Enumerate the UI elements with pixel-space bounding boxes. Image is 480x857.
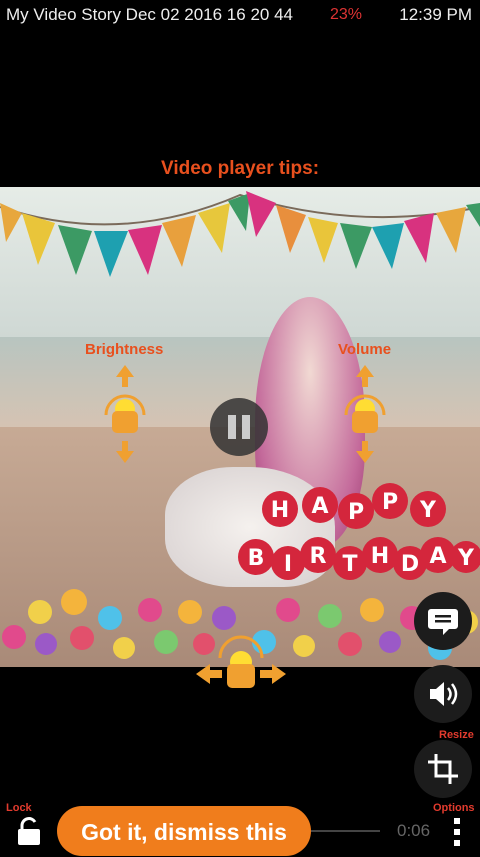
- balloon-letter: P: [348, 500, 364, 525]
- balloon-letter: R: [310, 544, 327, 569]
- seek-gesture-icon: [196, 635, 286, 688]
- balloon-letter: Y: [419, 498, 437, 523]
- unlock-icon: [18, 817, 40, 845]
- options-button[interactable]: [450, 818, 464, 846]
- more-vertical-icon: [454, 818, 460, 846]
- happy-birthday-balloons: H A P P Y B I R T H D A Y: [238, 483, 480, 580]
- lock-button[interactable]: [16, 816, 42, 846]
- resize-button[interactable]: [414, 740, 472, 798]
- brightness-label: Brightness: [85, 341, 164, 358]
- tips-title: Video player tips:: [160, 158, 320, 179]
- balloon-letter: Y: [457, 546, 475, 571]
- options-label: Options: [433, 802, 475, 814]
- volume-gesture-icon: [344, 365, 386, 463]
- volume-label: Volume: [338, 341, 392, 358]
- brightness-gesture-icon: [104, 365, 146, 463]
- balloon-letter: B: [248, 546, 265, 571]
- video-frame[interactable]: Brightness Volume H A P P Y B I R T H D …: [0, 187, 480, 667]
- dismiss-tips-button[interactable]: Got it, dismiss this: [57, 806, 311, 856]
- subtitles-button[interactable]: [414, 592, 472, 650]
- audio-button[interactable]: [414, 665, 472, 723]
- video-title: My Video Story Dec 02 2016 16 20 44: [6, 5, 293, 24]
- speaker-icon: [430, 682, 458, 706]
- balloon-letter: T: [342, 552, 357, 577]
- balloon-letter: A: [429, 544, 446, 569]
- balloon-letter: A: [311, 494, 328, 519]
- current-time: 0:06: [397, 821, 431, 840]
- crop-icon: [428, 754, 458, 784]
- subtitles-icon: [428, 609, 458, 635]
- seek-bar[interactable]: [310, 830, 380, 832]
- balloon-letter: I: [284, 552, 292, 577]
- balloon-letter: H: [271, 498, 289, 523]
- balloon-letter: H: [371, 544, 389, 569]
- status-time: 12:39 PM: [399, 5, 472, 24]
- status-bar: My Video Story Dec 02 2016 16 20 44 23% …: [0, 0, 480, 30]
- battery-level: 23%: [329, 6, 362, 23]
- balloon-letter: D: [401, 552, 419, 577]
- lock-label: Lock: [6, 802, 32, 814]
- bunting-decoration: [0, 191, 480, 277]
- balloon-letter: P: [382, 490, 398, 515]
- pause-button[interactable]: [210, 398, 268, 456]
